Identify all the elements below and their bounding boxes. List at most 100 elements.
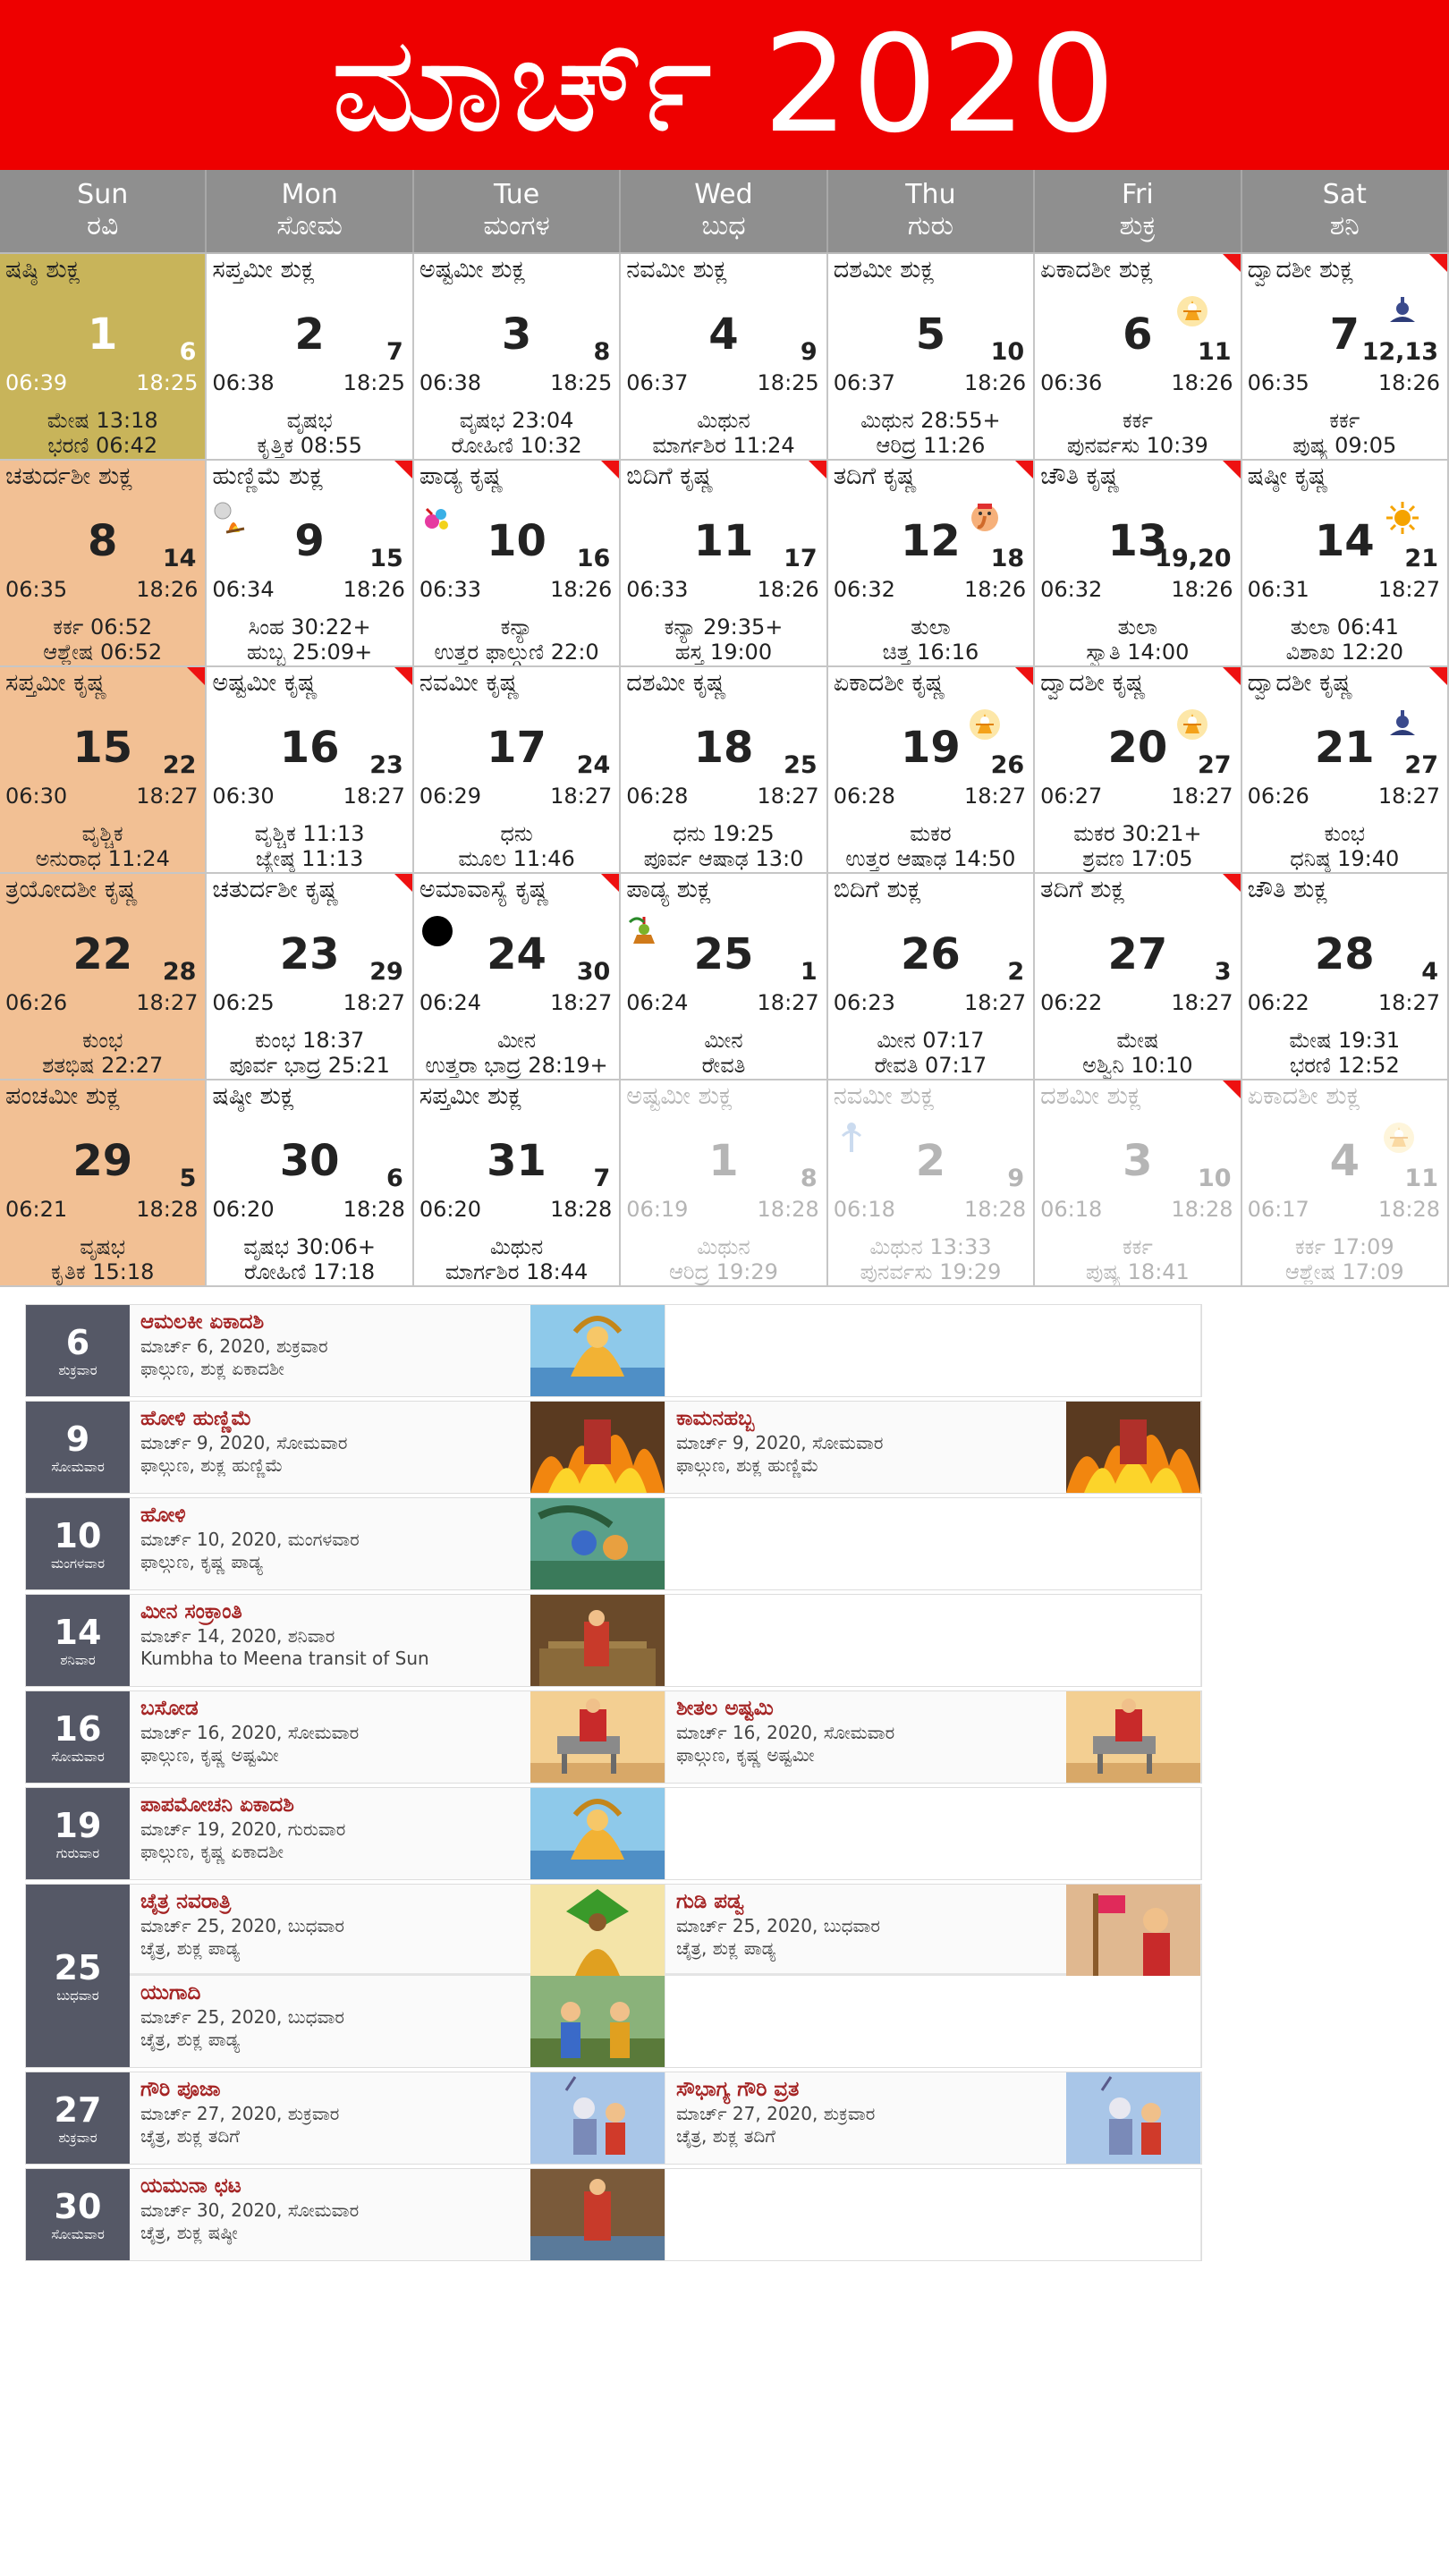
day-cell[interactable]: ಏಕಾದಶೀ ಕೃಷ್ಣ 19 26 06:28 18:27 ಮಕರ ಉತ್ತರ ಆಷಾಢ …: [827, 667, 1036, 874]
secondary-day-number: 3: [1214, 958, 1232, 986]
festival-item[interactable]: ಸೌಭಾಗ್ಯ ಗೌರಿ ವ್ರತ ಮಾರ್ಚ್ 27, 2020, ಶುಕ್ರವ…: [665, 2072, 1201, 2164]
day-cell[interactable]: ಪಾಡ್ಯ ಕೃಷ್ಣ 10 16 06:33 18:26 ಕನ್ಯಾ ಉತ್ತರ ಫಾಲ್…: [413, 461, 622, 667]
rashi-label: ಕುಂಭ: [1324, 821, 1366, 846]
day-cell[interactable]: ದಶಮೀ ಶುಕ್ಲ 5 10 06:37 18:26 ಮಿಥುನ 28:55+ ಆರಿದ್…: [827, 254, 1036, 461]
festival-item[interactable]: ಬಸೋಡ ಮಾರ್ಚ್ 16, 2020, ಸೋಮವಾರ ಫಾಲ್ಗುಣ, ಕೃಷ್…: [130, 1691, 665, 1783]
festival-item[interactable]: ಯಮುನಾ ಛಟ ಮಾರ್ಚ್ 30, 2020, ಸೋಮವಾರ ಚೈತ್ರ, ಶು…: [130, 2169, 665, 2260]
festival-name[interactable]: ಯುಗಾದಿ: [140, 1979, 520, 2006]
rashi-label: ವೃಶ್ಚಿಕ: [81, 821, 123, 846]
day-cell[interactable]: ಹುಣ್ಣಿಮೆ ಶುಕ್ಲ 9 15 06:34 18:26 ಸಿಂಹ 30:22+ ಹು…: [207, 461, 414, 667]
festival-date-box: 14 ಶನಿವಾರ: [26, 1595, 130, 1686]
kalash-image[interactable]: [530, 1885, 665, 1976]
tithi-label: ಸಪ್ತಮೀ ಶುಕ್ಲ: [419, 1082, 522, 1110]
tithi-label: ನವಮೀ ಶುಕ್ಲ: [626, 256, 728, 284]
festival-name[interactable]: ಶೀತಲ ಅಷ್ಟಮಿ: [676, 1695, 1055, 1722]
festival-name[interactable]: ಬಸೋಡ: [140, 1695, 520, 1722]
day-cell[interactable]: ಸಪ್ತಮೀ ಶುಕ್ಲ 2 7 06:38 18:25 ವೃಷಭ ಕೃತ್ತಿಕ 08:5…: [207, 254, 414, 461]
festival-list: 6 ಶುಕ್ರವಾರ ಆಮಲಕೀ ಏಕಾದಶಿ ಮಾರ್ಚ್ 6, 2020, ಶುಕ…: [25, 1304, 1202, 2265]
temple-image[interactable]: [530, 1595, 665, 1686]
festival-name[interactable]: ಹೋಳಿ ಹುಣ್ಣಿಮೆ: [140, 1405, 520, 1432]
rashi-label: ಮಿಥುನ: [489, 1234, 544, 1259]
day-cell[interactable]: ತದಿಗೆ ಶುಕ್ಲ 27 3 06:22 18:27 ಮೇಷ ಅಶ್ವಿನಿ 10:10: [1035, 874, 1242, 1080]
festival-name[interactable]: ಮೀನ ಸಂಕ್ರಾಂತಿ: [140, 1598, 520, 1625]
sheetala-image[interactable]: [1066, 1691, 1200, 1783]
event-marker: [1222, 1080, 1241, 1098]
gauri-image[interactable]: [530, 2072, 665, 2164]
festival-item[interactable]: ಆಮಲಕೀ ಏಕಾದಶಿ ಮಾರ್ಚ್ 6, 2020, ಶುಕ್ರವಾರ ಫಾಲ್…: [130, 1305, 665, 1396]
gauri-image[interactable]: [1066, 2072, 1200, 2164]
festival-item[interactable]: ಚೈತ್ರ ನವರಾತ್ರಿ ಮಾರ್ಚ್ 25, 2020, ಬುಧವಾರ ಚೈತ…: [130, 1885, 665, 1976]
festival-item[interactable]: ಗುಡಿ ಪಡ್ವ ಮಾರ್ಚ್ 25, 2020, ಬುಧವಾರ ಚೈತ್ರ, ಶ…: [665, 1885, 1201, 1976]
festival-item[interactable]: ಹೋಳಿ ಮಾರ್ಚ್ 10, 2020, ಮಂಗಳವಾರ ಫಾಲ್ಗುಣ, ಕೃಷ…: [130, 1498, 665, 1589]
day-cell[interactable]: ಪಂಚಮೀ ಶುಕ್ಲ 29 5 06:21 18:28 ವೃಷಭ ಕೃತಿಕ 15:18: [0, 1080, 208, 1287]
vishnu-image[interactable]: [530, 1788, 665, 1879]
sunset-time: 18:28: [757, 1197, 819, 1222]
festival-name[interactable]: ಗುಡಿ ಪಡ್ವ: [676, 1888, 1055, 1915]
day-cell[interactable]: ದ್ವಾದಶೀ ಕೃಷ್ಣ 20 27 06:27 18:27 ಮಕರ 30:21+ ಶ್ರ…: [1035, 667, 1242, 874]
rashi-label: ವೃಶ್ಚಿಕ 11:13: [254, 821, 365, 846]
day-cell[interactable]: ಬಿದಿಗೆ ಕೃಷ್ಣ 11 17 06:33 18:26 ಕನ್ಯಾ 29:35+ ಹಸ…: [621, 461, 828, 667]
day-cell[interactable]: ಸಪ್ತಮೀ ಶುಕ್ಲ 31 7 06:20 18:28 ಮಿಥುನ ಮಾರ್ಗಶಿರ 1…: [413, 1080, 622, 1287]
fire-image[interactable]: [530, 1402, 665, 1493]
day-cell[interactable]: ಬಿದಿಗೆ ಶುಕ್ಲ 26 2 06:23 18:27 ಮೀನ 07:17 ರೇವತಿ …: [827, 874, 1036, 1080]
day-cell[interactable]: ಏಕಾದಶೀ ಶುಕ್ಲ 6 11 06:36 18:26 ಕರ್ಕ ಪುನರ್ವಸು 10…: [1035, 254, 1242, 461]
secondary-day-number: 17: [784, 545, 818, 572]
secondary-day-number: 7: [386, 338, 403, 366]
day-cell[interactable]: ಚತುರ್ದಶೀ ಶುಕ್ಲ 8 14 06:35 18:26 ಕರ್ಕ 06:52 ಆಶ್…: [0, 461, 208, 667]
festival-tithi-info: Kumbha to Meena transit of Sun: [140, 1648, 429, 1669]
festival-item[interactable]: ಪಾಪಮೋಚನಿ ಏಕಾದಶಿ ಮಾರ್ಚ್ 19, 2020, ಗುರುವಾರ ಫ…: [130, 1788, 665, 1879]
rashi-label: ತುಲಾ 06:41: [1290, 614, 1399, 640]
day-cell[interactable]: ಅಷ್ಟಮೀ ಕೃಷ್ಣ 16 23 06:30 18:27 ವೃಶ್ಚಿಕ 11:13 ಜ…: [207, 667, 414, 874]
festival-item[interactable]: ಹೋಳಿ ಹುಣ್ಣಿಮೆ ಮಾರ್ಚ್ 9, 2020, ಸೋಮವಾರ ಫಾಲ್ಗ…: [130, 1402, 665, 1493]
day-cell[interactable]: ಪಾಡ್ಯ ಶುಕ್ಲ 25 1 06:24 18:27 ಮೀನ ರೇವತಿ: [621, 874, 828, 1080]
day-cell[interactable]: ದಶಮೀ ಶುಕ್ಲ 3 10 06:18 18:28 ಕರ್ಕ ಪುಷ್ಯ 18:41: [1035, 1080, 1242, 1287]
yamuna-image[interactable]: [530, 2169, 665, 2260]
festival-item[interactable]: ಮೀನ ಸಂಕ್ರಾಂತಿ ಮಾರ್ಚ್ 14, 2020, ಶನಿವಾರ Kumb…: [130, 1595, 665, 1686]
festival-item[interactable]: ಶೀತಲ ಅಷ್ಟಮಿ ಮಾರ್ಚ್ 16, 2020, ಸೋಮವಾರ ಫಾಲ್ಗು…: [665, 1691, 1201, 1783]
day-cell[interactable]: ಷಷ್ಠೀ ಶುಕ್ಲ 30 6 06:20 18:28 ವೃಷಭ 30:06+ ರೋಹಿಣ…: [207, 1080, 414, 1287]
day-cell[interactable]: ನವಮೀ ಶುಕ್ಲ 4 9 06:37 18:25 ಮಿಥುನ ಮಾರ್ಗಶಿರ 11:2…: [621, 254, 828, 461]
holi-image[interactable]: [530, 1498, 665, 1589]
festival-name[interactable]: ಯಮುನಾ ಛಟ: [140, 2173, 520, 2199]
day-cell[interactable]: ಚೌತಿ ಕೃಷ್ಣ 13 19,20 06:32 18:26 ತುಲಾ ಸ್ವಾತಿ 14…: [1035, 461, 1242, 667]
festival-name[interactable]: ಹೋಳಿ: [140, 1502, 520, 1529]
ugadi-image[interactable]: [530, 1976, 665, 2067]
festival-day-number: 27: [54, 2090, 102, 2130]
festival-text: ಶೀತಲ ಅಷ್ಟಮಿ ಮಾರ್ಚ್ 16, 2020, ಸೋಮವಾರ ಫಾಲ್ಗು…: [665, 1691, 1066, 1783]
weekday-english: Fri: [1121, 179, 1154, 210]
festival-name[interactable]: ಸೌಭಾಗ್ಯ ಗೌರಿ ವ್ರತ: [676, 2076, 1055, 2103]
festival-name[interactable]: ಪಾಪಮೋಚನಿ ಏಕಾದಶಿ: [140, 1792, 520, 1818]
day-cell[interactable]: ಚೌತಿ ಶುಕ್ಲ 28 4 06:22 18:27 ಮೇಷ 19:31 ಭರಣಿ 12:…: [1241, 874, 1449, 1080]
festival-item[interactable]: ಕಾಮನಹಬ್ಬ ಮಾರ್ಚ್ 9, 2020, ಸೋಮವಾರ ಫಾಲ್ಗುಣ, ಶ…: [665, 1402, 1201, 1493]
festival-name[interactable]: ಗೌರಿ ಪೂಜಾ: [140, 2076, 520, 2103]
day-cell[interactable]: ತ್ರಯೋದಶೀ ಕೃಷ್ಣ 22 28 06:26 18:27 ಕುಂಭ ಶತಭಿಷ 22…: [0, 874, 208, 1080]
day-cell[interactable]: ಅಮಾವಾಸ್ಯೆ ಕೃಷ್ಣ 24 30 06:24 18:27 ಮೀನ ಉತ್ತರಾ ಭ…: [413, 874, 622, 1080]
day-cell[interactable]: ತದಿಗೆ ಕೃಷ್ಣ 12 18 06:32 18:26 ತುಲಾ ಚಿತ್ತ 16:16: [827, 461, 1036, 667]
day-cell[interactable]: ಸಪ್ತಮೀ ಕೃಷ್ಣ 15 22 06:30 18:27 ವೃಶ್ಚಿಕ ಅನುರಾಧ …: [0, 667, 208, 874]
nakshatra-label: ಆರಿದ್ರ 19:29: [669, 1259, 778, 1284]
sunset-time: 18:27: [963, 990, 1027, 1015]
day-cell[interactable]: ದ್ವಾದಶೀ ಶುಕ್ಲ 7 12,13 06:35 18:26 ಕರ್ಕ ಪುಷ್ಯ 0…: [1241, 254, 1449, 461]
festival-text: ಹೋಳಿ ಹುಣ್ಣಿಮೆ ಮಾರ್ಚ್ 9, 2020, ಸೋಮವಾರ ಫಾಲ್ಗ…: [130, 1402, 530, 1493]
day-cell[interactable]: ಅಷ್ಟಮೀ ಶುಕ್ಲ 1 8 06:19 18:28 ಮಿಥುನ ಆರಿದ್ರ 19:2…: [621, 1080, 828, 1287]
day-cell[interactable]: ದ್ವಾದಶೀ ಕೃಷ್ಣ 21 27 06:26 18:27 ಕುಂಭ ಧನಿಷ್ಠ 19…: [1241, 667, 1449, 874]
festival-name[interactable]: ಆಮಲಕೀ ಏಕಾದಶಿ: [140, 1309, 520, 1335]
day-cell[interactable]: ನವಮೀ ಕೃಷ್ಣ 17 24 06:29 18:27 ಧನು ಮೂಲ 11:46: [413, 667, 622, 874]
day-cell[interactable]: ಷಷ್ಠೀ ಕೃಷ್ಣ 14 21 06:31 18:27 ತುಲಾ 06:41 ವಿಶಾಖ…: [1241, 461, 1449, 667]
rashi-label: ಮೇಷ 13:18: [47, 408, 158, 433]
vishnu-image[interactable]: [530, 1305, 665, 1396]
day-cell[interactable]: ಚತುರ್ದಶೀ ಕೃಷ್ಣ 23 29 06:25 18:27 ಕುಂಭ 18:37 ಪೂ…: [207, 874, 414, 1080]
weekday-english: Mon: [281, 179, 338, 210]
day-cell[interactable]: ದಶಮೀ ಕೃಷ್ಣ 18 25 06:28 18:27 ಧನು 19:25 ಪೂರ್ವ ಆ…: [621, 667, 828, 874]
fire-image[interactable]: [1066, 1402, 1200, 1493]
day-cell[interactable]: ಅಷ್ಟಮೀ ಶುಕ್ಲ 3 8 06:38 18:25 ವೃಷಭ 23:04 ರೋಹಿಣಿ…: [413, 254, 622, 461]
festival-name[interactable]: ಕಾಮನಹಬ್ಬ: [676, 1405, 1055, 1432]
day-cell[interactable]: ನವಮೀ ಶುಕ್ಲ 2 9 06:18 18:28 ಮಿಥುನ 13:33 ಪುನರ್ವಸ…: [827, 1080, 1036, 1287]
gudi-image[interactable]: [1066, 1885, 1200, 1976]
festival-name[interactable]: ಚೈತ್ರ ನವರಾತ್ರಿ: [140, 1888, 520, 1915]
festival-item[interactable]: ಯುಗಾದಿ ಮಾರ್ಚ್ 25, 2020, ಬುಧವಾರ ಚೈತ್ರ, ಶುಕ್…: [130, 1976, 665, 2067]
day-cell[interactable]: ಏಕಾದಶೀ ಶುಕ್ಲ 4 11 06:17 18:28 ಕರ್ಕ 17:09 ಆಶ್ಲೇ…: [1241, 1080, 1449, 1287]
festival-item[interactable]: ಗೌರಿ ಪೂಜಾ ಮಾರ್ಚ್ 27, 2020, ಶುಕ್ರವಾರ ಚೈತ್ರ,…: [130, 2072, 665, 2164]
sheetala-image[interactable]: [530, 1691, 665, 1783]
day-cell[interactable]: ಷಷ್ಠಿ ಶುಕ್ಲ 1 6 06:39 18:25 ಮೇಷ 13:18 ಭರಣಿ 06:…: [0, 254, 208, 461]
